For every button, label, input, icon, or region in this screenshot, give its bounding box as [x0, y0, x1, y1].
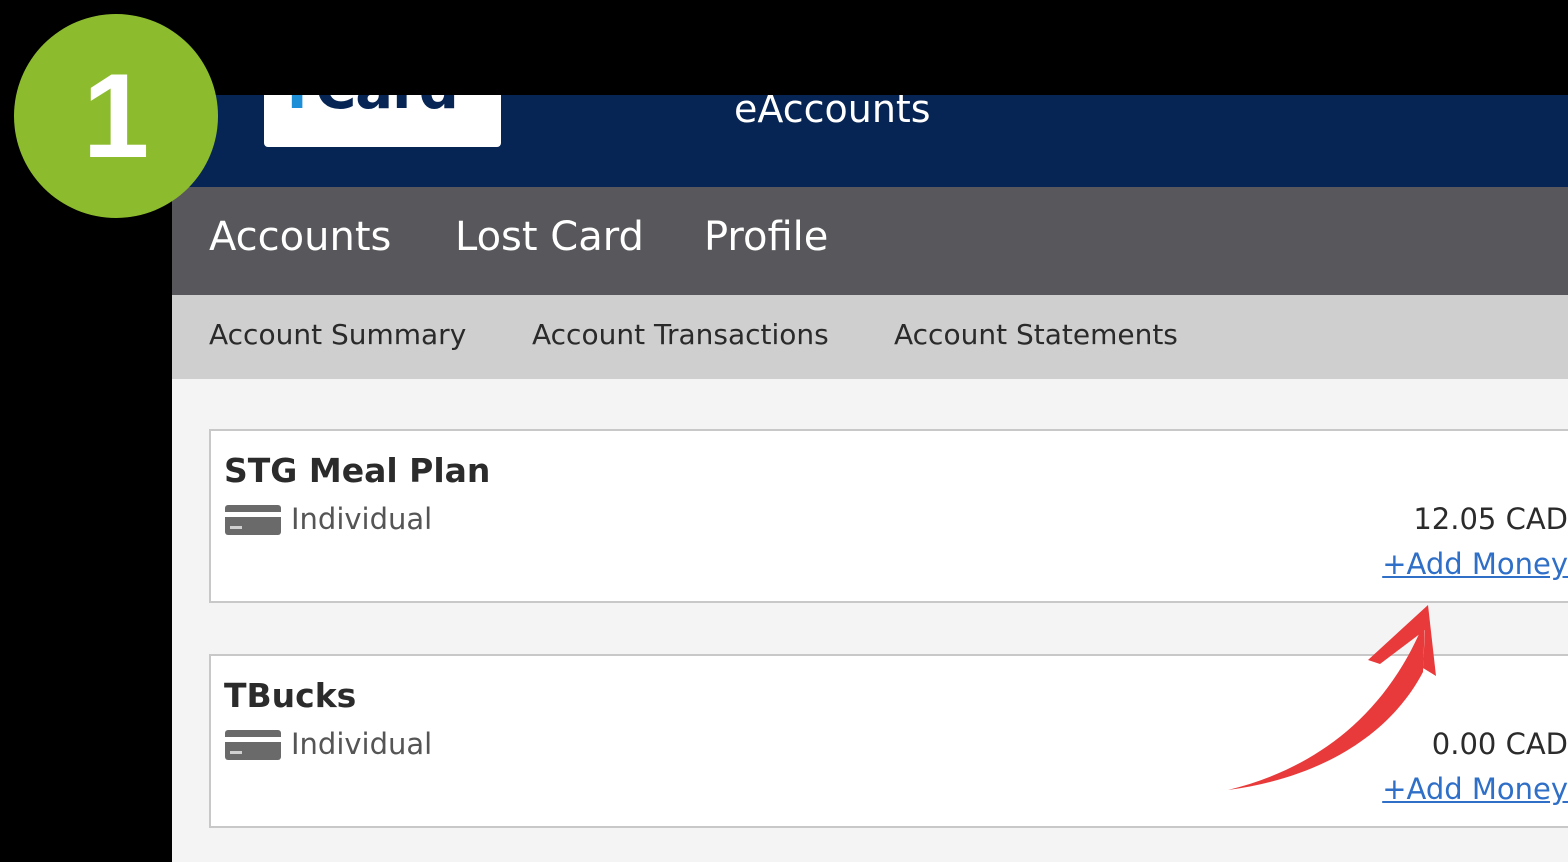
annotation-arrow	[1228, 605, 1436, 790]
